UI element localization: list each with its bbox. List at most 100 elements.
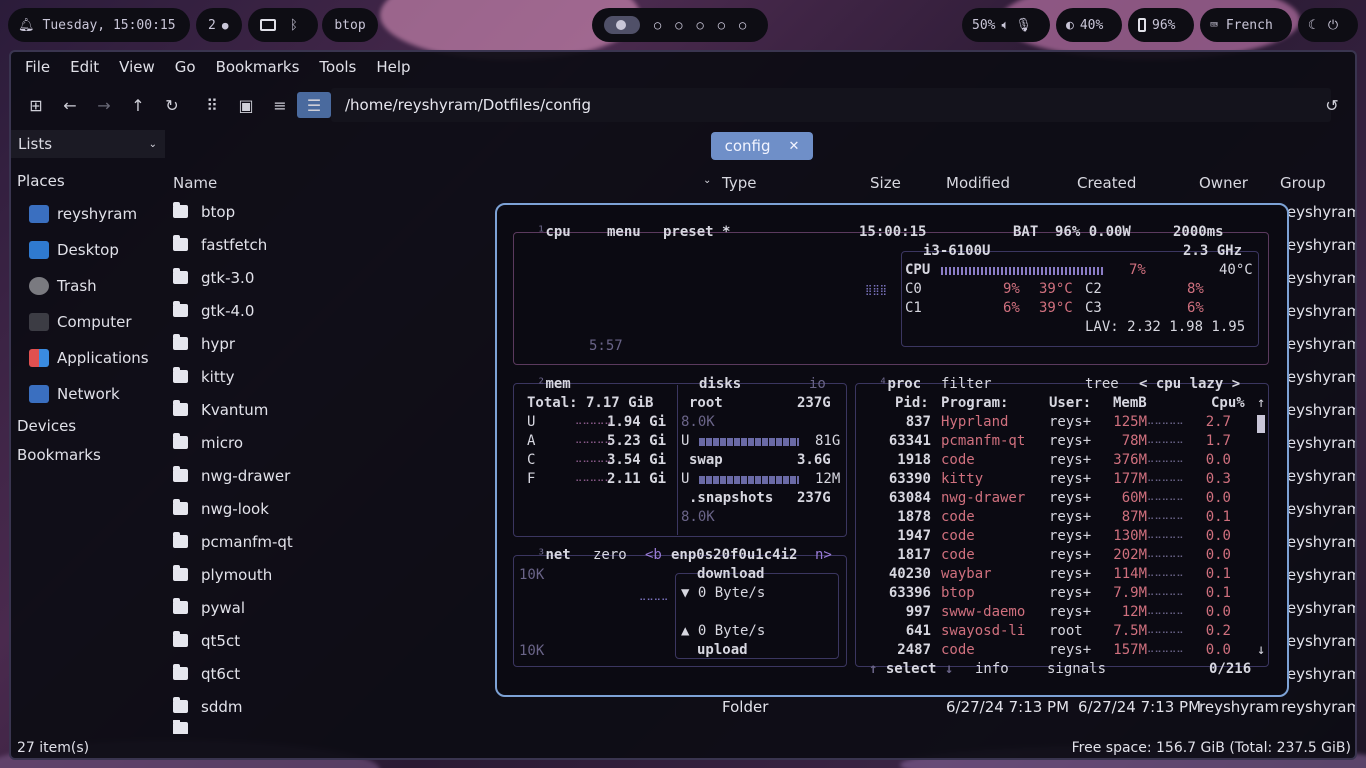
sidebar-mode-select[interactable]: Lists ⌄: [11, 130, 165, 158]
tray[interactable]: ᛒ: [248, 8, 318, 42]
proc-user: reys+: [1049, 452, 1092, 468]
proc-tree-toggle[interactable]: tree: [1085, 376, 1119, 392]
sidebar-item-computer[interactable]: Computer: [29, 308, 132, 336]
proc-cpu: 0.0: [1205, 528, 1231, 544]
tab-config[interactable]: config ✕: [711, 132, 813, 160]
display-icon[interactable]: [260, 19, 276, 31]
close-tab-icon[interactable]: ✕: [789, 139, 800, 154]
sidebar-item-home[interactable]: reyshyram: [29, 200, 137, 228]
menu-file[interactable]: File: [25, 58, 50, 76]
scroll-up-icon[interactable]: ↑: [1257, 395, 1265, 411]
proc-col-program: Program:: [941, 395, 1009, 411]
workspace-dot[interactable]: ○: [718, 18, 725, 32]
devices-heading[interactable]: Devices: [17, 417, 76, 435]
cpu-menu-button[interactable]: menu: [607, 224, 641, 240]
menu-help[interactable]: Help: [376, 58, 410, 76]
proc-mem: 157M: [1113, 642, 1147, 658]
column-name[interactable]: Name: [173, 174, 217, 192]
reload-button[interactable]: ↻: [159, 92, 185, 118]
home-folder-icon: [29, 205, 49, 223]
up-button[interactable]: ↑: [125, 92, 151, 118]
menu-view[interactable]: View: [119, 58, 155, 76]
bookmarks-heading[interactable]: Bookmarks: [17, 446, 101, 464]
detailed-view-button[interactable]: ☰: [297, 92, 331, 118]
menu-edit[interactable]: Edit: [70, 58, 99, 76]
icon-view-button[interactable]: ⠿: [199, 92, 225, 118]
disk-root-io: 8.0K: [681, 414, 715, 430]
workspace-dot[interactable]: ○: [675, 18, 682, 32]
path-toggle-icon[interactable]: ↺: [1319, 92, 1345, 118]
folder-icon: [173, 202, 188, 218]
column-modified[interactable]: Modified: [946, 174, 1010, 192]
file-row-partial[interactable]: Folder: [173, 720, 713, 734]
moon-icon[interactable]: ☾: [1308, 18, 1316, 33]
column-owner[interactable]: Owner: [1199, 174, 1248, 192]
sidebar-item-trash[interactable]: Trash: [29, 272, 97, 300]
proc-filter[interactable]: filter: [941, 376, 992, 392]
sort-chevron-icon: ⌄: [703, 175, 712, 186]
path-bar[interactable]: /home/reyshyram/Dotfiles/config: [331, 88, 1331, 122]
proc-signals[interactable]: signals: [1047, 661, 1106, 677]
update-interval[interactable]: 2000ms: [1173, 224, 1224, 240]
brightness-widget[interactable]: ◐ 40%: [1056, 8, 1122, 42]
file-group: reyshyram: [1281, 664, 1357, 683]
folder-icon: [173, 720, 188, 734]
forward-button[interactable]: →: [91, 92, 117, 118]
menu-go[interactable]: Go: [175, 58, 196, 76]
btop-window[interactable]: ¹cpu menu preset * 15:00:15 BAT 96% 0.00…: [495, 203, 1289, 697]
sidebar-item-network[interactable]: Network: [29, 380, 120, 408]
microphone-icon[interactable]: 🎙︎: [1015, 18, 1032, 33]
disk-swap-label: swap: [689, 452, 723, 468]
column-size[interactable]: Size: [870, 174, 901, 192]
workspace-active[interactable]: [604, 16, 640, 34]
menu-bookmarks[interactable]: Bookmarks: [216, 58, 300, 76]
net-prev-iface[interactable]: <b: [645, 547, 662, 563]
file-name: Kvantum: [201, 400, 269, 419]
compact-view-button[interactable]: ≡: [267, 92, 293, 118]
column-type[interactable]: Type: [722, 174, 756, 192]
cpu-preset-button[interactable]: preset *: [663, 224, 730, 240]
proc-info[interactable]: info: [975, 661, 1009, 677]
bluetooth-icon[interactable]: ᛒ: [290, 18, 298, 33]
power-icon[interactable]: ⏻: [1328, 18, 1338, 33]
computer-icon: [29, 313, 49, 331]
applications-icon: [29, 349, 49, 367]
sidebar-item-applications[interactable]: Applications: [29, 344, 149, 372]
net-zero-toggle[interactable]: zero: [593, 547, 627, 563]
file-group: reyshyram: [1281, 565, 1357, 584]
workspace-dot[interactable]: ○: [739, 18, 746, 32]
sidebar-item-desktop[interactable]: Desktop: [29, 236, 119, 264]
file-name: pcmanfm-qt: [201, 532, 293, 551]
workspace-dot[interactable]: ○: [654, 18, 661, 32]
proc-graph: ⣀⣀⣀⣀⣀: [1147, 490, 1184, 501]
audio-widget[interactable]: 50% 🔈︎ 🎙︎: [962, 8, 1050, 42]
desktop-icon: [29, 241, 49, 259]
column-created[interactable]: Created: [1077, 174, 1136, 192]
proc-scrollbar[interactable]: [1257, 415, 1265, 433]
power-widget[interactable]: ☾ ⏻: [1298, 8, 1358, 42]
menu-tools[interactable]: Tools: [319, 58, 356, 76]
places-heading[interactable]: Places: [17, 172, 65, 190]
net-next-iface[interactable]: n>: [815, 547, 832, 563]
proc-cpu: 0.0: [1205, 642, 1231, 658]
scroll-down-icon[interactable]: ↓: [1257, 642, 1265, 658]
clock-widget[interactable]: 🔔︎ Tuesday, 15:00:15: [8, 8, 190, 42]
mem-row-key: A: [527, 433, 536, 449]
io-toggle[interactable]: io: [809, 376, 826, 392]
core-c1-label: C1: [905, 300, 922, 316]
keyboard-layout[interactable]: ⌨︎ French: [1200, 8, 1292, 42]
new-tab-button[interactable]: ⊞: [23, 92, 49, 118]
file-name: nwg-look: [201, 499, 269, 518]
workspaces[interactable]: ○ ○ ○ ○ ○: [592, 8, 768, 42]
battery-widget[interactable]: 96%: [1128, 8, 1194, 42]
back-button[interactable]: ←: [57, 92, 83, 118]
thumbnail-view-button[interactable]: ▣: [233, 92, 259, 118]
proc-select[interactable]: ↑ select ↓: [869, 661, 953, 677]
disks-title[interactable]: disks: [699, 376, 741, 392]
mem-row-key: F: [527, 471, 536, 487]
speaker-icon[interactable]: 🔈︎: [1001, 18, 1009, 33]
column-group[interactable]: Group: [1280, 174, 1326, 192]
workspace-indicator[interactable]: 2 ●: [196, 8, 242, 42]
proc-sort[interactable]: < cpu lazy >: [1139, 376, 1240, 392]
workspace-dot[interactable]: ○: [696, 18, 703, 32]
